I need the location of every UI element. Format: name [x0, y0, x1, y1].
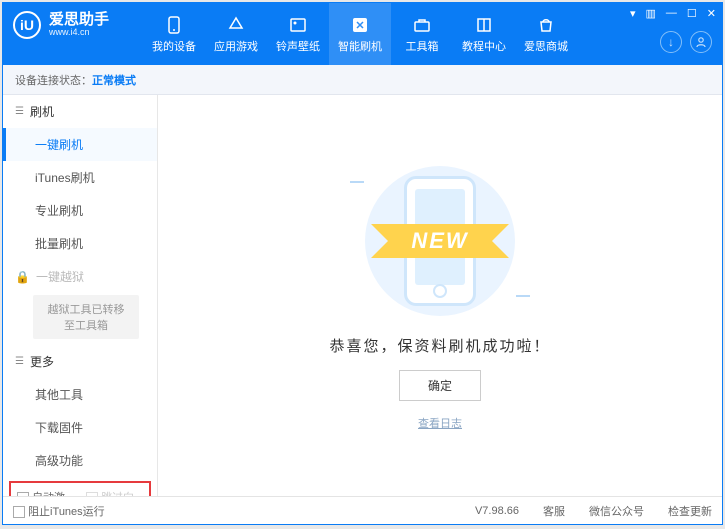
options-highlight: 自动激活 跳过向导 — [9, 481, 151, 496]
sidebar-flash-header[interactable]: ☰ 刷机 — [3, 95, 157, 128]
sidebar-more-header[interactable]: ☰ 更多 — [3, 345, 157, 378]
close-icon[interactable]: ✕ — [707, 7, 716, 20]
skin-icon[interactable]: ▥ — [646, 7, 656, 20]
lock-icon: 🔒 — [15, 270, 30, 284]
status-label: 设备连接状态： — [15, 72, 92, 88]
jailbreak-note: 越狱工具已转移至工具箱 — [33, 295, 139, 339]
nav-store[interactable]: 爱思商城 — [515, 3, 577, 65]
nav-label: 教程中心 — [462, 38, 506, 54]
view-log-link[interactable]: 查看日志 — [418, 415, 462, 431]
version-text: V7.98.66 — [475, 505, 519, 517]
nav-label: 爱思商城 — [524, 38, 568, 54]
app-title: 爱思助手 — [49, 12, 109, 29]
nav-label: 铃声壁纸 — [276, 38, 320, 54]
status-mode: 正常模式 — [92, 72, 136, 88]
flash-icon — [350, 15, 370, 35]
nav-label: 应用游戏 — [214, 38, 258, 54]
nav-label: 我的设备 — [152, 38, 196, 54]
nav-apps[interactable]: 应用游戏 — [205, 3, 267, 65]
titlebar: iU 爱思助手 www.i4.cn 我的设备 应用游戏 铃声壁纸 智能刷机 — [3, 3, 722, 65]
logo-icon: iU — [13, 11, 41, 39]
sidebar-jailbreak-header: 🔒 一键越狱 — [3, 260, 157, 293]
auto-activate-checkbox[interactable]: 自动激活 — [17, 489, 74, 496]
device-icon — [164, 15, 184, 35]
new-ribbon: NEW — [389, 224, 490, 258]
nav-flash[interactable]: 智能刷机 — [329, 3, 391, 65]
sidebar: ☰ 刷机 一键刷机 iTunes刷机 专业刷机 批量刷机 🔒 一键越狱 越狱工具… — [3, 95, 158, 496]
apps-icon — [226, 15, 246, 35]
sidebar-item-oneclick[interactable]: 一键刷机 — [3, 128, 157, 161]
maximize-icon[interactable]: ☐ — [687, 7, 697, 20]
sidebar-item-other[interactable]: 其他工具 — [3, 378, 157, 411]
navbar: 我的设备 应用游戏 铃声壁纸 智能刷机 工具箱 教程中心 — [143, 3, 577, 65]
picture-icon — [288, 15, 308, 35]
nav-my-device[interactable]: 我的设备 — [143, 3, 205, 65]
sidebar-item-batch[interactable]: 批量刷机 — [3, 227, 157, 260]
window-controls: ▾ ▥ — ☐ ✕ — [630, 7, 716, 20]
toolbox-icon — [412, 15, 432, 35]
block-itunes-checkbox[interactable]: 阻止iTunes运行 — [13, 503, 105, 519]
list-icon: ☰ — [15, 356, 24, 367]
menu-icon[interactable]: ▾ — [630, 7, 636, 20]
nav-tutorials[interactable]: 教程中心 — [453, 3, 515, 65]
nav-toolbox[interactable]: 工具箱 — [391, 3, 453, 65]
list-icon: ☰ — [15, 106, 24, 117]
header-label: 一键越狱 — [36, 268, 84, 285]
nav-ringtones[interactable]: 铃声壁纸 — [267, 3, 329, 65]
store-icon — [536, 15, 556, 35]
user-button[interactable] — [690, 31, 712, 53]
footer: 阻止iTunes运行 V7.98.66 客服 微信公众号 检查更新 — [3, 496, 722, 524]
sidebar-item-advanced[interactable]: 高级功能 — [3, 444, 157, 477]
nav-label: 智能刷机 — [338, 38, 382, 54]
check-update-link[interactable]: 检查更新 — [668, 503, 712, 519]
brand: iU 爱思助手 www.i4.cn — [13, 3, 143, 39]
wechat-link[interactable]: 微信公众号 — [589, 503, 644, 519]
book-icon — [474, 15, 494, 35]
status-bar: 设备连接状态： 正常模式 — [3, 65, 722, 95]
ok-button[interactable]: 确定 — [399, 370, 481, 401]
download-button[interactable]: ↓ — [660, 31, 682, 53]
content-panel: NEW 恭喜您，保资料刷机成功啦！ 确定 查看日志 — [158, 95, 722, 496]
minimize-icon[interactable]: — — [666, 7, 677, 20]
nav-label: 工具箱 — [406, 38, 439, 54]
success-illustration: NEW — [330, 161, 550, 321]
app-subtitle: www.i4.cn — [49, 28, 109, 38]
success-message: 恭喜您，保资料刷机成功啦！ — [329, 335, 550, 356]
service-link[interactable]: 客服 — [543, 503, 565, 519]
header-label: 刷机 — [30, 103, 54, 120]
skip-guide-checkbox[interactable]: 跳过向导 — [86, 489, 143, 496]
sidebar-item-pro[interactable]: 专业刷机 — [3, 194, 157, 227]
sidebar-item-itunes[interactable]: iTunes刷机 — [3, 161, 157, 194]
header-label: 更多 — [30, 353, 54, 370]
sidebar-item-firmware[interactable]: 下载固件 — [3, 411, 157, 444]
